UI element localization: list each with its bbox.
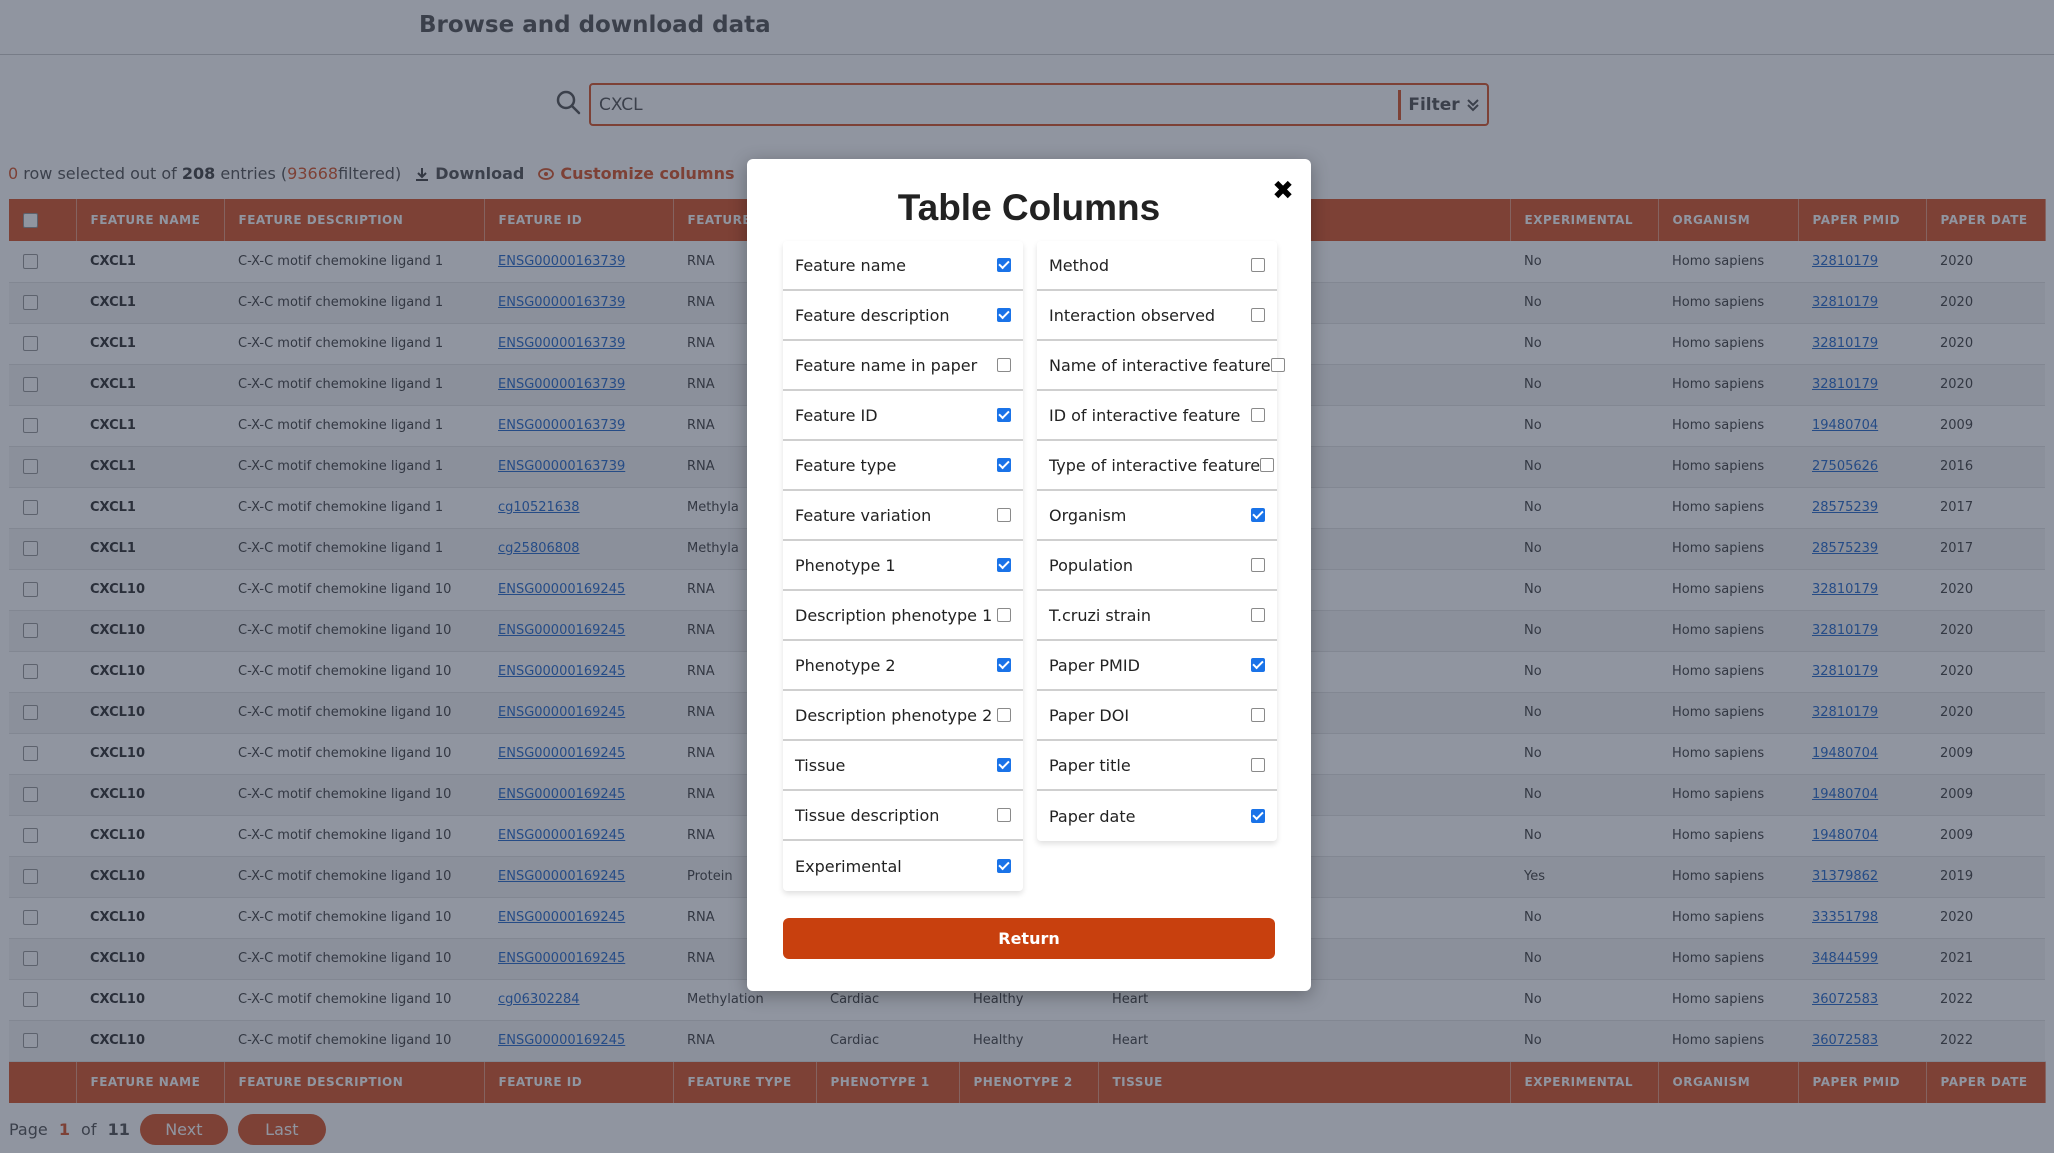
column-option-label: Description phenotype 1 xyxy=(795,605,993,625)
column-option-label: Feature variation xyxy=(795,505,932,525)
column-option-label: Population xyxy=(1049,555,1134,575)
column-option-checkbox[interactable] xyxy=(1251,809,1265,823)
column-option-label: Organism xyxy=(1049,505,1127,525)
column-option-checkbox[interactable] xyxy=(997,708,1011,722)
column-option-name-of-interactive-feature[interactable]: Name of interactive feature xyxy=(1037,341,1285,391)
column-option-checkbox[interactable] xyxy=(1251,508,1265,522)
column-option-checkbox[interactable] xyxy=(997,358,1011,372)
column-option-checkbox[interactable] xyxy=(997,658,1011,672)
column-option-label: Phenotype 2 xyxy=(795,655,896,675)
column-option-checkbox[interactable] xyxy=(997,308,1011,322)
column-option-checkbox[interactable] xyxy=(997,508,1011,522)
column-option-label: Name of interactive feature xyxy=(1049,355,1271,375)
column-option-checkbox[interactable] xyxy=(997,758,1011,772)
column-option-label: Interaction observed xyxy=(1049,305,1216,325)
column-option-paper-pmid[interactable]: Paper PMID xyxy=(1037,641,1277,691)
column-option-feature-name-in-paper[interactable]: Feature name in paper xyxy=(783,341,1023,391)
column-option-checkbox[interactable] xyxy=(997,859,1011,873)
table-columns-dialog: ✖ Table Columns Feature name Feature desc… xyxy=(747,159,1311,991)
column-list-left: Feature name Feature description Feature n… xyxy=(783,241,1023,891)
column-option-label: Type of interactive feature xyxy=(1049,455,1261,475)
column-option-label: T.cruzi strain xyxy=(1049,605,1151,625)
column-option-label: Feature description xyxy=(795,305,950,325)
column-option-experimental[interactable]: Experimental xyxy=(783,841,1023,891)
column-option-checkbox[interactable] xyxy=(997,808,1011,822)
column-option-checkbox[interactable] xyxy=(1251,258,1265,272)
column-option-checkbox[interactable] xyxy=(997,408,1011,422)
column-option-checkbox[interactable] xyxy=(1251,608,1265,622)
column-option-label: Feature name xyxy=(795,255,906,275)
column-option-t-cruzi-strain[interactable]: T.cruzi strain xyxy=(1037,591,1277,641)
dialog-title: Table Columns xyxy=(897,187,1161,228)
column-option-label: Tissue description xyxy=(795,805,940,825)
column-option-label: Paper PMID xyxy=(1049,655,1140,675)
column-option-paper-title[interactable]: Paper title xyxy=(1037,741,1277,791)
return-button[interactable]: Return xyxy=(783,918,1275,959)
column-option-paper-date[interactable]: Paper date xyxy=(1037,791,1277,841)
column-list-right: Method Interaction observed Name of intera… xyxy=(1037,241,1285,841)
column-option-checkbox[interactable] xyxy=(1251,758,1265,772)
column-option-label: Phenotype 1 xyxy=(795,555,896,575)
column-option-interaction-observed[interactable]: Interaction observed xyxy=(1037,291,1277,341)
column-option-feature-name[interactable]: Feature name xyxy=(783,241,1023,291)
column-option-feature-id[interactable]: Feature ID xyxy=(783,391,1023,441)
column-option-checkbox[interactable] xyxy=(1270,358,1285,372)
column-option-type-of-interactive-feature[interactable]: Type of interactive feature xyxy=(1037,441,1277,491)
column-option-tissue-description[interactable]: Tissue description xyxy=(783,791,1023,841)
column-option-label: Experimental xyxy=(795,856,902,876)
column-option-method[interactable]: Method xyxy=(1037,241,1277,291)
column-option-label: Paper date xyxy=(1049,806,1136,826)
column-option-description-phenotype-2[interactable]: Description phenotype 2 xyxy=(783,691,1023,741)
column-option-label: Description phenotype 2 xyxy=(795,705,993,725)
column-option-checkbox[interactable] xyxy=(997,608,1011,622)
column-option-tissue[interactable]: Tissue xyxy=(783,741,1023,791)
column-option-checkbox[interactable] xyxy=(1251,308,1265,322)
column-option-phenotype-2[interactable]: Phenotype 2 xyxy=(783,641,1023,691)
column-option-label: ID of interactive feature xyxy=(1049,405,1241,425)
column-option-checkbox[interactable] xyxy=(1251,658,1265,672)
column-option-checkbox[interactable] xyxy=(1251,558,1265,572)
column-option-label: Feature ID xyxy=(795,405,878,425)
column-option-phenotype-1[interactable]: Phenotype 1 xyxy=(783,541,1023,591)
column-option-label: Method xyxy=(1049,255,1110,275)
column-option-population[interactable]: Population xyxy=(1037,541,1277,591)
column-option-feature-type[interactable]: Feature type xyxy=(783,441,1023,491)
column-option-checkbox[interactable] xyxy=(997,258,1011,272)
column-option-description-phenotype-1[interactable]: Description phenotype 1 xyxy=(783,591,1023,641)
column-option-label: Feature name in paper xyxy=(795,355,978,375)
column-option-id-of-interactive-feature[interactable]: ID of interactive feature xyxy=(1037,391,1277,441)
column-option-label: Tissue xyxy=(795,755,846,775)
column-option-label: Paper DOI xyxy=(1049,705,1130,725)
column-option-label: Feature type xyxy=(795,455,897,475)
column-option-checkbox[interactable] xyxy=(997,558,1011,572)
column-option-paper-doi[interactable]: Paper DOI xyxy=(1037,691,1277,741)
column-option-feature-description[interactable]: Feature description xyxy=(783,291,1023,341)
column-option-label: Paper title xyxy=(1049,755,1131,775)
column-option-feature-variation[interactable]: Feature variation xyxy=(783,491,1023,541)
column-option-checkbox[interactable] xyxy=(1260,458,1275,472)
column-option-checkbox[interactable] xyxy=(1251,708,1265,722)
column-option-checkbox[interactable] xyxy=(997,458,1011,472)
column-option-organism[interactable]: Organism xyxy=(1037,491,1277,541)
column-option-checkbox[interactable] xyxy=(1251,408,1265,422)
